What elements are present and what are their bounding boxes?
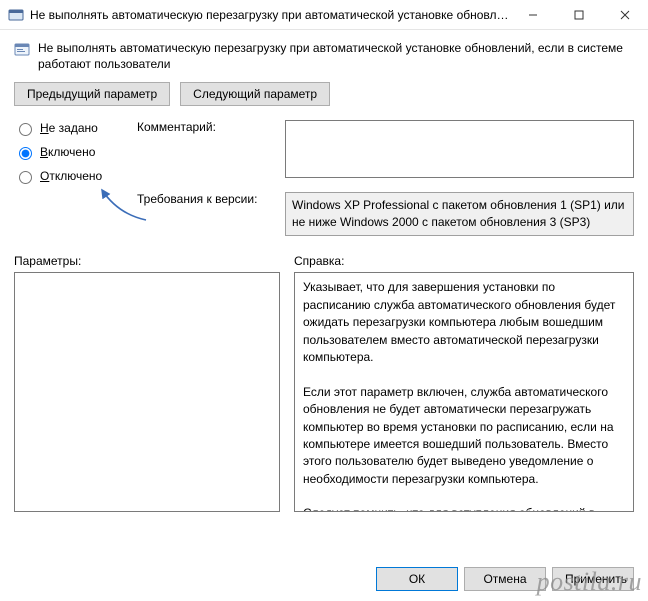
- options-panel[interactable]: [14, 272, 280, 512]
- comment-textarea[interactable]: [285, 120, 634, 178]
- minimize-button[interactable]: [510, 0, 556, 29]
- comment-label: Комментарий:: [137, 120, 277, 134]
- radio-disabled-label[interactable]: Отключено: [40, 169, 102, 183]
- window-controls: [510, 0, 648, 29]
- policy-heading: Не выполнять автоматическую перезагрузку…: [38, 40, 634, 72]
- help-panel[interactable]: Указывает, что для завершения установки …: [294, 272, 634, 512]
- maximize-button[interactable]: [556, 0, 602, 29]
- dialog-footer: ОК Отмена Применить: [376, 567, 634, 591]
- title-bar: Не выполнять автоматическую перезагрузку…: [0, 0, 648, 30]
- options-label: Параметры:: [14, 254, 280, 268]
- requirements-label: Требования к версии:: [137, 192, 277, 206]
- help-label: Справка:: [294, 254, 634, 268]
- radio-not-configured[interactable]: [19, 123, 32, 136]
- radio-not-configured-label[interactable]: Не задано: [40, 121, 98, 135]
- close-button[interactable]: [602, 0, 648, 29]
- window-title: Не выполнять автоматическую перезагрузку…: [30, 8, 510, 22]
- radio-enabled[interactable]: [19, 147, 32, 160]
- next-setting-button[interactable]: Следующий параметр: [180, 82, 330, 106]
- policy-icon: [14, 42, 30, 58]
- cancel-button[interactable]: Отмена: [464, 567, 546, 591]
- app-icon: [8, 7, 24, 23]
- apply-button[interactable]: Применить: [552, 567, 634, 591]
- state-radio-group: Не задано Включено Отключено: [14, 120, 129, 184]
- ok-button[interactable]: ОК: [376, 567, 458, 591]
- radio-disabled[interactable]: [19, 171, 32, 184]
- radio-enabled-label[interactable]: Включено: [40, 145, 95, 159]
- previous-setting-button[interactable]: Предыдущий параметр: [14, 82, 170, 106]
- requirements-box: Windows XP Professional с пакетом обновл…: [285, 192, 634, 236]
